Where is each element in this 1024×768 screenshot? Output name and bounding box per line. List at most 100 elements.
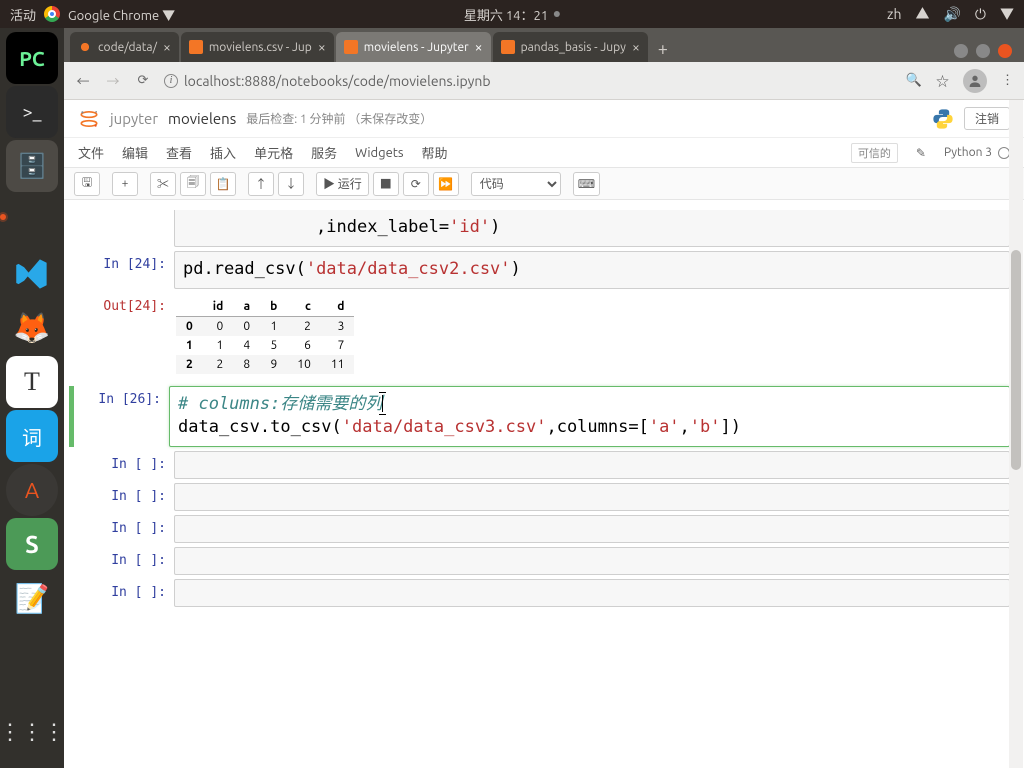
- code-cell-active[interactable]: In [26]: # columns:存储需要的列 data_csv.to_cs…: [69, 386, 1010, 448]
- menu-widgets[interactable]: Widgets: [355, 146, 403, 160]
- activities-label[interactable]: 活动: [10, 5, 36, 24]
- code-input-area[interactable]: # columns:存储需要的列 data_csv.to_csv('data/d…: [169, 386, 1010, 448]
- scrollbar-track[interactable]: [1009, 100, 1023, 768]
- browser-tab-active[interactable]: movielens - Jupyter ×: [336, 32, 491, 62]
- checkpoint-status: 最后检查: 1 分钟前 （未保存改变）: [246, 110, 432, 127]
- menu-kernel[interactable]: 服务: [311, 143, 337, 162]
- reload-button[interactable]: ⟳: [134, 72, 152, 90]
- save-button[interactable]: 🖫: [74, 172, 100, 196]
- menu-edit[interactable]: 编辑: [122, 143, 148, 162]
- launcher-vscode[interactable]: [6, 248, 58, 300]
- launcher-notes[interactable]: 📝: [6, 572, 58, 624]
- cut-button[interactable]: ✂: [150, 172, 176, 196]
- code-cell[interactable]: ,index_label='id'): [74, 210, 1010, 247]
- search-icon[interactable]: 🔍: [906, 73, 922, 88]
- jupyter-menubar: 文件 编辑 查看 插入 单元格 服务 Widgets 帮助 可信的 ✎ Pyth…: [64, 138, 1024, 168]
- active-app-label[interactable]: Google Chrome ▼: [68, 5, 175, 24]
- profile-avatar[interactable]: [963, 69, 987, 93]
- launcher-dict[interactable]: 词: [6, 410, 58, 462]
- tab-title: code/data/: [98, 41, 157, 54]
- launcher-updater[interactable]: A: [6, 464, 58, 516]
- code-input-area[interactable]: ,index_label='id'): [174, 210, 1010, 247]
- menu-file[interactable]: 文件: [78, 143, 104, 162]
- network-icon[interactable]: ▲: [915, 4, 929, 24]
- minimize-button[interactable]: [954, 44, 968, 58]
- power-icon[interactable]: ⏻: [975, 6, 986, 23]
- system-menu-icon[interactable]: ▼: [1000, 4, 1014, 24]
- logout-button[interactable]: 注销: [964, 107, 1010, 130]
- browser-tab[interactable]: pandas_basis - Jupy ×: [493, 32, 648, 62]
- forward-button: →: [104, 72, 122, 90]
- launcher-text[interactable]: T: [6, 356, 58, 408]
- input-prompt: In [ ]:: [74, 579, 174, 607]
- paste-button[interactable]: 📋: [210, 172, 236, 196]
- maximize-button[interactable]: [976, 44, 990, 58]
- jupyter-logo-icon[interactable]: [78, 108, 100, 130]
- close-icon[interactable]: ×: [318, 39, 326, 55]
- code-cell[interactable]: In [ ]:: [74, 579, 1010, 607]
- launcher-chrome[interactable]: [6, 194, 58, 246]
- code-input-area[interactable]: [174, 515, 1010, 543]
- back-button[interactable]: ←: [74, 72, 92, 90]
- close-window-button[interactable]: [998, 44, 1012, 58]
- copy-button[interactable]: 🗐: [180, 172, 206, 196]
- close-icon[interactable]: ×: [163, 39, 171, 55]
- jupyter-favicon-icon: [78, 40, 92, 54]
- notebook-container[interactable]: ,index_label='id') In [24]: pd.read_csv(…: [64, 200, 1024, 768]
- volume-icon[interactable]: 🔊: [943, 6, 960, 23]
- bookmark-icon[interactable]: ☆: [936, 71, 949, 90]
- menu-view[interactable]: 查看: [166, 143, 192, 162]
- kernel-indicator[interactable]: Python 3: [944, 146, 1010, 159]
- code-cell[interactable]: In [ ]:: [74, 515, 1010, 543]
- input-prompt: In [ ]:: [74, 547, 174, 575]
- notebook-favicon-icon: [501, 40, 515, 54]
- code-input-area[interactable]: [174, 579, 1010, 607]
- scrollbar-thumb[interactable]: [1011, 250, 1021, 470]
- close-icon[interactable]: ×: [632, 39, 640, 55]
- menu-help[interactable]: 帮助: [422, 143, 448, 162]
- new-tab-button[interactable]: +: [650, 36, 676, 62]
- move-up-button[interactable]: ↑: [248, 172, 274, 196]
- code-cell[interactable]: In [24]: pd.read_csv('data/data_csv2.csv…: [74, 251, 1010, 289]
- code-cell[interactable]: In [ ]:: [74, 483, 1010, 511]
- notebook-brand: jupyter: [110, 110, 158, 127]
- code-cell[interactable]: In [ ]:: [74, 547, 1010, 575]
- jupyter-header: jupyter movielens 最后检查: 1 分钟前 （未保存改变） 注销: [64, 100, 1024, 138]
- close-icon[interactable]: ×: [475, 39, 483, 55]
- interrupt-button[interactable]: ■: [373, 172, 399, 196]
- launcher-files[interactable]: 🗄️: [6, 140, 58, 192]
- launcher-apps-grid[interactable]: ⋮⋮⋮: [6, 706, 58, 758]
- url-field[interactable]: i localhost:8888/notebooks/code/movielen…: [164, 73, 894, 89]
- restart-button[interactable]: ⟳: [403, 172, 429, 196]
- browser-tab[interactable]: movielens.csv - Jup ×: [181, 32, 334, 62]
- notification-dot-icon: [554, 11, 560, 17]
- code-input-area[interactable]: pd.read_csv('data/data_csv2.csv'): [174, 251, 1010, 289]
- jupyter-app: jupyter movielens 最后检查: 1 分钟前 （未保存改变） 注销…: [64, 100, 1024, 768]
- jupyter-toolbar: 🖫 + ✂ 🗐 📋 ↑ ↓ ▶ ▶ 运行运行 ■ ⟳ ⏩ 代码 ⌨: [64, 168, 1024, 200]
- launcher-pycharm[interactable]: PC: [6, 32, 58, 84]
- code-input-area[interactable]: [174, 547, 1010, 575]
- menu-cell[interactable]: 单元格: [254, 143, 293, 162]
- system-clock[interactable]: 星期六 14：21: [464, 5, 548, 24]
- code-input-area[interactable]: [174, 483, 1010, 511]
- input-method-indicator[interactable]: zh: [887, 6, 901, 22]
- trusted-indicator[interactable]: 可信的: [851, 143, 898, 163]
- restart-run-all-button[interactable]: ⏩: [433, 172, 459, 196]
- add-cell-button[interactable]: +: [112, 172, 138, 196]
- run-button[interactable]: ▶ ▶ 运行运行: [316, 172, 369, 196]
- browser-tab[interactable]: code/data/ ×: [70, 32, 179, 62]
- launcher-terminal[interactable]: >_: [6, 86, 58, 138]
- launcher-wps[interactable]: S: [6, 518, 58, 570]
- chrome-menu-icon[interactable]: ⋮: [1001, 73, 1014, 88]
- code-input-area[interactable]: [174, 451, 1010, 479]
- output-cell: Out[24]: idabcd 000123 114567 22891011: [74, 293, 1010, 382]
- notebook-name[interactable]: movielens: [168, 110, 236, 127]
- code-cell[interactable]: In [ ]:: [74, 451, 1010, 479]
- move-down-button[interactable]: ↓: [278, 172, 304, 196]
- command-palette-button[interactable]: ⌨: [573, 172, 600, 196]
- launcher-firefox[interactable]: 🦊: [6, 302, 58, 354]
- cell-type-select[interactable]: 代码: [471, 172, 561, 196]
- menu-insert[interactable]: 插入: [210, 143, 236, 162]
- site-info-icon[interactable]: i: [164, 74, 178, 88]
- tab-title: movielens - Jupyter: [364, 41, 469, 54]
